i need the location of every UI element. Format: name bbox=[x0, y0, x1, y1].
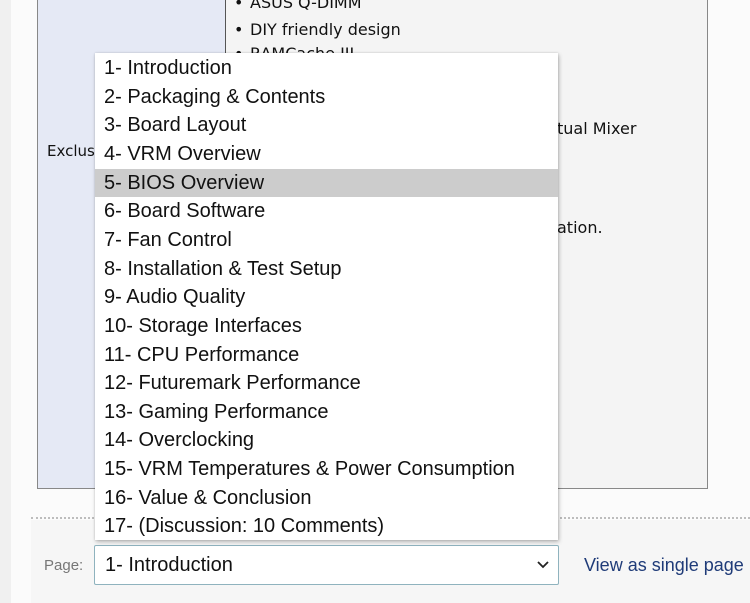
dropdown-option[interactable]: 8- Installation & Test Setup bbox=[95, 255, 558, 284]
dropdown-option[interactable]: 4- VRM Overview bbox=[95, 140, 558, 169]
dropdown-option[interactable]: 3- Board Layout bbox=[95, 111, 558, 140]
feature-item: DIY friendly design bbox=[234, 20, 401, 39]
page-dropdown-list[interactable]: 1- Introduction 2- Packaging & Contents 3-… bbox=[95, 53, 558, 540]
dropdown-option[interactable]: 15- VRM Temperatures & Power Consumption bbox=[95, 455, 558, 484]
view-single-page-link[interactable]: View as single page bbox=[584, 555, 744, 576]
dropdown-option[interactable]: 1- Introduction bbox=[95, 54, 558, 83]
page-select-value: 1- Introduction bbox=[105, 554, 233, 576]
dropdown-option[interactable]: 11- CPU Performance bbox=[95, 341, 558, 370]
dropdown-option[interactable]: 17- (Discussion: 10 Comments) bbox=[95, 512, 558, 541]
feature-item-tail: ation. bbox=[557, 218, 603, 237]
dropdown-option[interactable]: 7- Fan Control bbox=[95, 226, 558, 255]
chevron-down-icon bbox=[537, 561, 549, 569]
feature-item: ASUS Q-DIMM bbox=[234, 0, 361, 12]
dropdown-option[interactable]: 10- Storage Interfaces bbox=[95, 312, 558, 341]
dropdown-option[interactable]: 13- Gaming Performance bbox=[95, 398, 558, 427]
dropdown-option[interactable]: 6- Board Software bbox=[95, 197, 558, 226]
dropdown-option[interactable]: 14- Overclocking bbox=[95, 426, 558, 455]
page-label: Page: bbox=[44, 557, 84, 574]
dropdown-option[interactable]: 16- Value & Conclusion bbox=[95, 484, 558, 513]
dropdown-option[interactable]: 12- Futuremark Performance bbox=[95, 369, 558, 398]
page-select[interactable]: 1- Introduction bbox=[94, 545, 559, 585]
dropdown-option[interactable]: 9- Audio Quality bbox=[95, 283, 558, 312]
feature-item-tail: tual Mixer bbox=[557, 119, 637, 138]
dropdown-option[interactable]: 2- Packaging & Contents bbox=[95, 83, 558, 112]
dropdown-option[interactable]: 5- BIOS Overview bbox=[95, 168, 558, 198]
